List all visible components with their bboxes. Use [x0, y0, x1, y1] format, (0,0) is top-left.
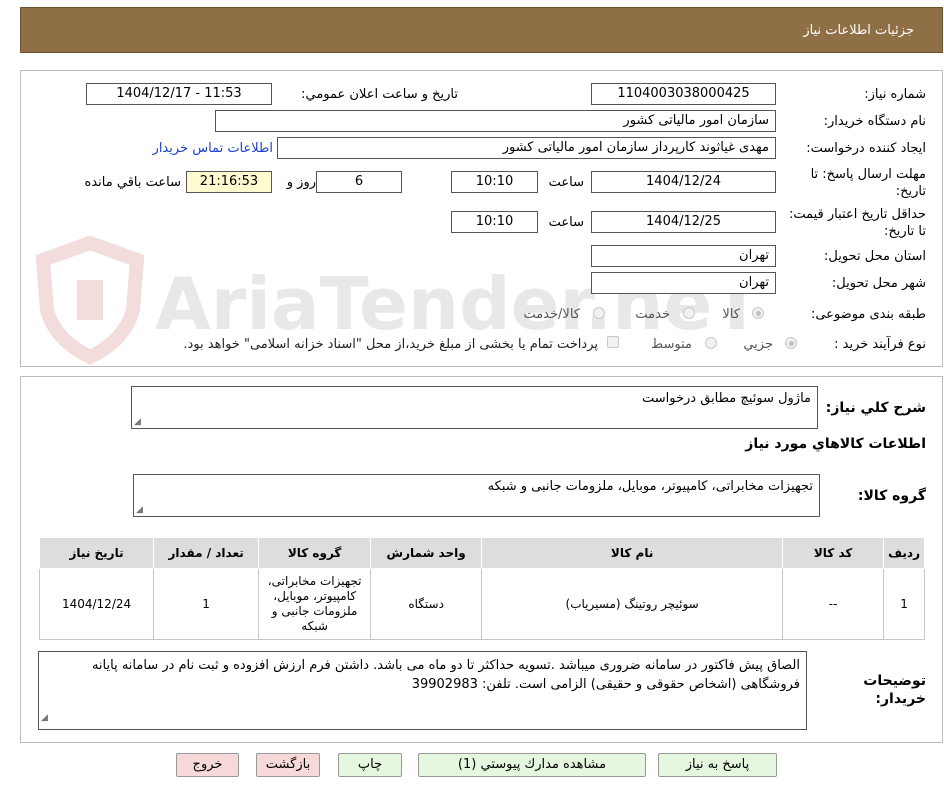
deadline-time-field: 10:10: [451, 171, 538, 193]
province-label: استان محل تحویل:: [824, 249, 926, 264]
buyer-notes-field: الصاق پیش فاکتور در سامانه ضروری میباشد …: [38, 651, 807, 730]
resize-grip-icon: ◢: [134, 417, 141, 427]
process-medium-label: متوسط: [651, 337, 692, 352]
table-header-row: ردیف کد کالا نام کالا واحد شمارش گروه کا…: [38, 537, 925, 569]
col-name: نام کالا: [481, 537, 784, 569]
buyer-notes-text: الصاق پیش فاکتور در سامانه ضروری میباشد …: [91, 658, 800, 692]
remaining-time-field: 21:16:53: [186, 171, 272, 193]
resize-grip-icon: ◢: [41, 713, 48, 723]
print-button[interactable]: چاپ: [338, 753, 402, 777]
goods-group-text: تجهیزات مخابراتی، کامپیوتر، موبایل، ملزو…: [487, 479, 813, 494]
announce-field: 1404/12/17 - 11:53: [86, 83, 272, 105]
description-text: ماژول سوئیچ مطابق درخواست: [642, 391, 811, 406]
cell-date: 1404/12/24: [38, 568, 155, 640]
items-table-wrap: ردیف کد کالا نام کالا واحد شمارش گروه کا…: [38, 537, 925, 640]
cell-qty: 1: [153, 568, 260, 640]
announce-label: تاریخ و ساعت اعلان عمومي:: [301, 87, 458, 102]
items-table: ردیف کد کالا نام کالا واحد شمارش گروه کا…: [38, 537, 925, 640]
process-label: نوع فرآیند خرید :: [834, 337, 926, 352]
deadline-date-field: 1404/12/24: [591, 171, 776, 193]
validity-time-label: ساعت: [548, 215, 584, 230]
col-code: کد کالا: [782, 537, 885, 569]
back-button[interactable]: بازگشت: [256, 753, 320, 777]
requester-field: مهدی غیاثوند کارپرداز سازمان امور مالیات…: [277, 137, 776, 159]
remaining-label: ساعت باقي مانده: [84, 175, 181, 190]
city-field: تهران: [591, 272, 776, 294]
shield-icon: [35, 235, 145, 365]
description-field: ماژول سوئیچ مطابق درخواست ◢: [131, 386, 818, 429]
process-medium-radio[interactable]: [705, 337, 717, 349]
buyer-org-field: سازمان امور مالیاتی کشور: [215, 110, 776, 132]
table-row: 1 -- سوئیچر روتینگ (مسیریاب) دستگاه تجهی…: [38, 568, 925, 640]
attachments-button[interactable]: مشاهده مدارك پيوستي (1): [418, 753, 646, 777]
days-label: روز و: [286, 175, 316, 190]
category-label: طبقه بندی موضوعی:: [810, 307, 926, 322]
province-field: تهران: [591, 245, 776, 267]
requester-label: ایجاد کننده درخواست:: [806, 141, 926, 156]
cell-name: سوئیچر روتینگ (مسیریاب): [481, 568, 784, 640]
reply-button[interactable]: پاسخ به نیاز: [658, 753, 777, 777]
goods-group-field: تجهیزات مخابراتی، کامپیوتر، موبایل، ملزو…: [133, 474, 820, 517]
city-label: شهر محل تحویل:: [831, 276, 926, 291]
resize-grip-icon: ◢: [136, 505, 143, 515]
cell-group: تجهیزات مخابراتی، کامپیوتر، موبایل، ملزو…: [258, 568, 372, 640]
treasury-payment-checkbox[interactable]: [607, 336, 619, 348]
col-qty: تعداد / مقدار: [153, 537, 260, 569]
col-row: ردیف: [883, 537, 925, 569]
deadline-label: مهلت ارسال پاسخ: تا تاریخ:: [810, 167, 926, 199]
validity-time-field: 10:10: [451, 211, 538, 233]
buyer-org-label: نام دستگاه خریدار:: [823, 114, 926, 129]
col-group: گروه کالا: [258, 537, 372, 569]
category-service-label: خدمت: [635, 307, 670, 322]
buyer-contact-link[interactable]: اطلاعات تماس خریدار: [153, 141, 273, 156]
col-date: تاریخ نیاز: [38, 537, 155, 569]
days-field: 6: [316, 171, 402, 193]
goods-group-label: گروه کالا:: [857, 488, 926, 504]
watermark-logo: [25, 235, 155, 365]
description-label: شرح کلي نیاز:: [825, 400, 926, 416]
goods-info-title: اطلاعات کالاهاي مورد نیاز: [745, 436, 926, 452]
page-header: جزئیات اطلاعات نیاز: [20, 7, 943, 53]
category-goods-radio[interactable]: [752, 307, 764, 319]
category-goods-label: کالا: [722, 307, 740, 322]
page-title: جزئیات اطلاعات نیاز: [803, 23, 914, 38]
cell-unit: دستگاه: [370, 568, 483, 640]
process-minor-radio[interactable]: [785, 337, 797, 349]
cell-row: 1: [883, 568, 925, 640]
buyer-notes-label: توضیحات خریدار:: [863, 673, 926, 707]
category-goods-service-label: کالا/خدمت: [523, 307, 580, 322]
validity-label: حداقل تاریخ اعتبار قیمت: تا تاریخ:: [788, 207, 926, 239]
validity-date-field: 1404/12/25: [591, 211, 776, 233]
category-goods-service-radio[interactable]: [593, 307, 605, 319]
treasury-payment-note: پرداخت تمام یا بخشی از مبلغ خرید،از محل …: [183, 337, 598, 352]
need-number-field: 1104003038000425: [591, 83, 776, 105]
category-service-radio[interactable]: [683, 307, 695, 319]
exit-button[interactable]: خروج: [176, 753, 239, 777]
process-minor-label: جزیي: [743, 337, 773, 352]
deadline-time-label: ساعت: [548, 175, 584, 190]
need-number-label: شماره نیاز:: [864, 87, 926, 102]
cell-code: --: [782, 568, 885, 640]
col-unit: واحد شمارش: [370, 537, 483, 569]
